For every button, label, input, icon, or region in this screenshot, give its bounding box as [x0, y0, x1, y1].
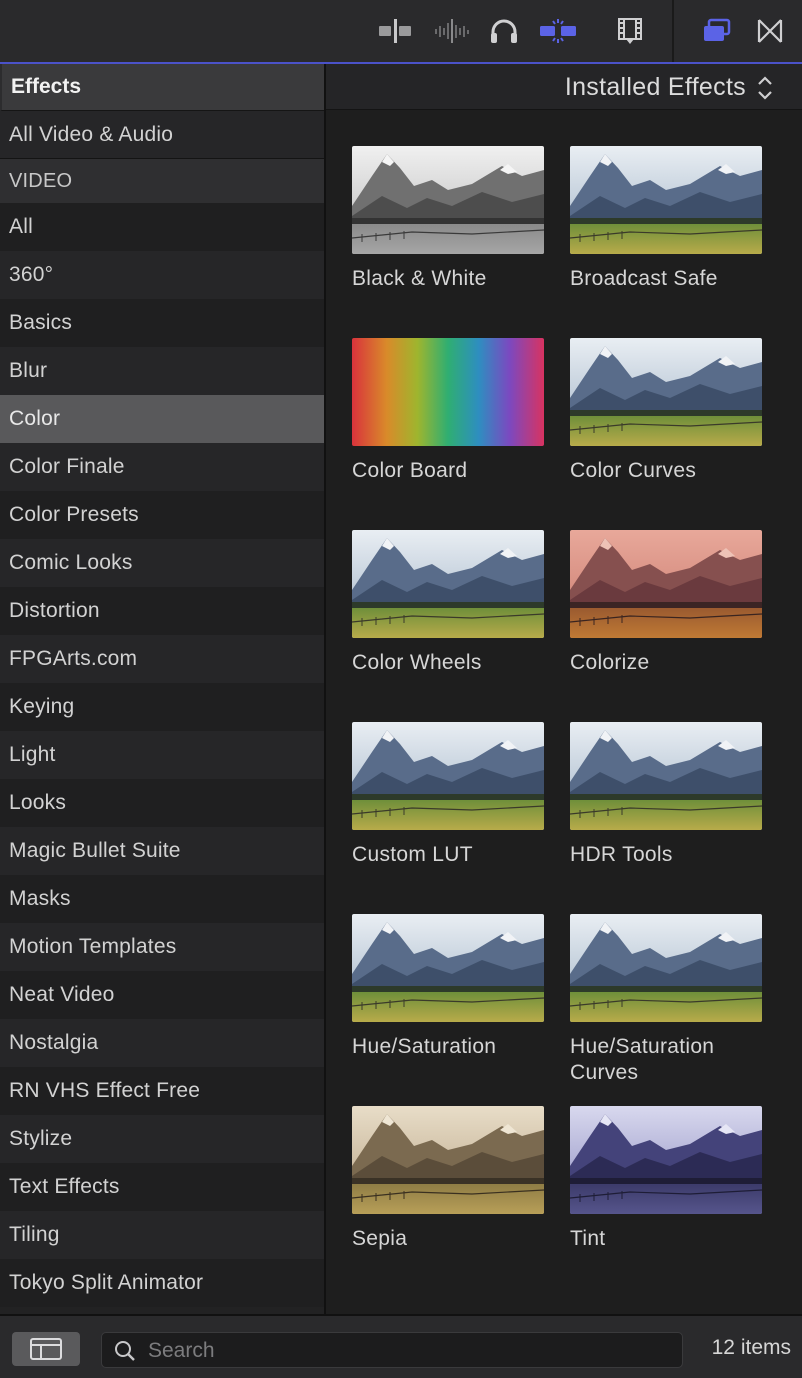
headphones-icon[interactable]: [484, 14, 524, 48]
sidebar-section-video: VIDEO: [0, 159, 324, 203]
effect-tile-colorize[interactable]: Colorize: [570, 530, 762, 676]
effect-label: HDR Tools: [570, 843, 673, 866]
effect-tile-tint[interactable]: Tint: [570, 1106, 762, 1252]
sidebar-item-color-finale[interactable]: Color Finale: [0, 443, 324, 491]
effect-tile-hue-saturation-curves[interactable]: Hue/Saturation Curves: [570, 914, 762, 1086]
sidebar-item-text-effects[interactable]: Text Effects: [0, 1163, 324, 1211]
bottom-bar: 12 items: [0, 1314, 802, 1378]
effect-thumbnail: [352, 338, 544, 446]
sidebar-item-all-video-audio[interactable]: All Video & Audio: [0, 111, 324, 159]
sidebar-item-neat-video[interactable]: Neat Video: [0, 971, 324, 1019]
effect-tile-hdr-tools[interactable]: HDR Tools: [570, 722, 762, 868]
installed-effects-menu[interactable]: Installed Effects: [565, 73, 746, 102]
sidebar-item-nostalgia[interactable]: Nostalgia: [0, 1019, 324, 1067]
sidebar-item-stylize[interactable]: Stylize: [0, 1115, 324, 1163]
sidebar-item-360[interactable]: 360°: [0, 251, 324, 299]
effect-tile-hue-saturation[interactable]: Hue/Saturation: [352, 914, 544, 1060]
effect-thumbnail: [570, 914, 762, 1022]
sidebar-header: Effects: [0, 64, 324, 111]
sidebar-item-motion-templates[interactable]: Motion Templates: [0, 923, 324, 971]
sidebar-item-tokyo-split-animator[interactable]: Tokyo Split Animator: [0, 1259, 324, 1307]
effect-label: Broadcast Safe: [570, 267, 718, 290]
sidebar-item-basics[interactable]: Basics: [0, 299, 324, 347]
effect-thumbnail: [570, 338, 762, 446]
clip-skimming-icon[interactable]: [376, 14, 416, 48]
top-toolbar: [0, 0, 802, 64]
effect-label: Color Board: [352, 459, 468, 482]
effect-tile-sepia[interactable]: Sepia: [352, 1106, 544, 1252]
effect-tile-color-board[interactable]: Color Board: [352, 338, 544, 484]
effect-thumbnail: [352, 914, 544, 1022]
sidebar-category-list: All 360° Basics Blur Color Color Finale Color …: [0, 203, 324, 1307]
search-field[interactable]: [101, 1332, 683, 1368]
effect-label: Color Wheels: [352, 651, 482, 674]
item-count: 12 items: [711, 1336, 791, 1359]
effect-thumbnail: [352, 722, 544, 830]
sidebar-item-color[interactable]: Color: [0, 395, 324, 443]
transitions-icon[interactable]: [750, 14, 790, 48]
effect-thumbnail: [570, 722, 762, 830]
effect-thumbnail: [352, 146, 544, 254]
sidebar-item-rn-vhs-effect-free[interactable]: RN VHS Effect Free: [0, 1067, 324, 1115]
effect-label: Colorize: [570, 651, 650, 674]
snapping-icon[interactable]: [538, 14, 578, 48]
toolbar-divider: [672, 0, 674, 62]
browser-toggle-icon[interactable]: [697, 14, 737, 48]
sidebar-toggle-button[interactable]: [12, 1332, 80, 1366]
effect-label: Custom LUT: [352, 843, 473, 866]
effect-tile-custom-lut[interactable]: Custom LUT: [352, 722, 544, 868]
sidebar-item-looks[interactable]: Looks: [0, 779, 324, 827]
effect-label: Black & White: [352, 267, 487, 290]
up-down-chevron-icon[interactable]: [756, 74, 774, 102]
effect-thumbnail: [352, 1106, 544, 1214]
sidebar-item-all[interactable]: All: [0, 203, 324, 251]
effect-label: Tint: [570, 1227, 606, 1250]
effect-label: Sepia: [352, 1227, 408, 1250]
effects-sidebar: Effects All Video & Audio VIDEO All 360° B…: [0, 64, 326, 1314]
sidebar-layout-icon: [30, 1338, 62, 1360]
audio-skimming-icon[interactable]: [431, 14, 471, 48]
effect-tile-color-curves[interactable]: Color Curves: [570, 338, 762, 484]
content-header: Installed Effects: [326, 64, 802, 110]
sidebar-item-magic-bullet-suite[interactable]: Magic Bullet Suite: [0, 827, 324, 875]
effect-thumbnail: [570, 530, 762, 638]
effect-label: Hue/Saturation Curves: [570, 1035, 715, 1084]
effect-thumbnail: [352, 530, 544, 638]
effect-thumbnail: [570, 1106, 762, 1214]
filmstrip-icon[interactable]: [610, 14, 650, 48]
sidebar-item-masks[interactable]: Masks: [0, 875, 324, 923]
effect-tile-black-white[interactable]: Black & White: [352, 146, 544, 292]
effect-label: Hue/Saturation: [352, 1035, 497, 1058]
sidebar-item-color-presets[interactable]: Color Presets: [0, 491, 324, 539]
sidebar-item-fpgarts-com[interactable]: FPGArts.com: [0, 635, 324, 683]
sidebar-item-comic-looks[interactable]: Comic Looks: [0, 539, 324, 587]
search-icon: [115, 1341, 135, 1361]
effect-thumbnail: [570, 146, 762, 254]
sidebar-item-light[interactable]: Light: [0, 731, 324, 779]
effect-tile-broadcast-safe[interactable]: Broadcast Safe: [570, 146, 762, 292]
sidebar-item-blur[interactable]: Blur: [0, 347, 324, 395]
sidebar-item-distortion[interactable]: Distortion: [0, 587, 324, 635]
sidebar-item-tiling[interactable]: Tiling: [0, 1211, 324, 1259]
sidebar-item-keying[interactable]: Keying: [0, 683, 324, 731]
effect-tile-color-wheels[interactable]: Color Wheels: [352, 530, 544, 676]
effect-label: Color Curves: [570, 459, 697, 482]
search-input[interactable]: [146, 1335, 670, 1367]
